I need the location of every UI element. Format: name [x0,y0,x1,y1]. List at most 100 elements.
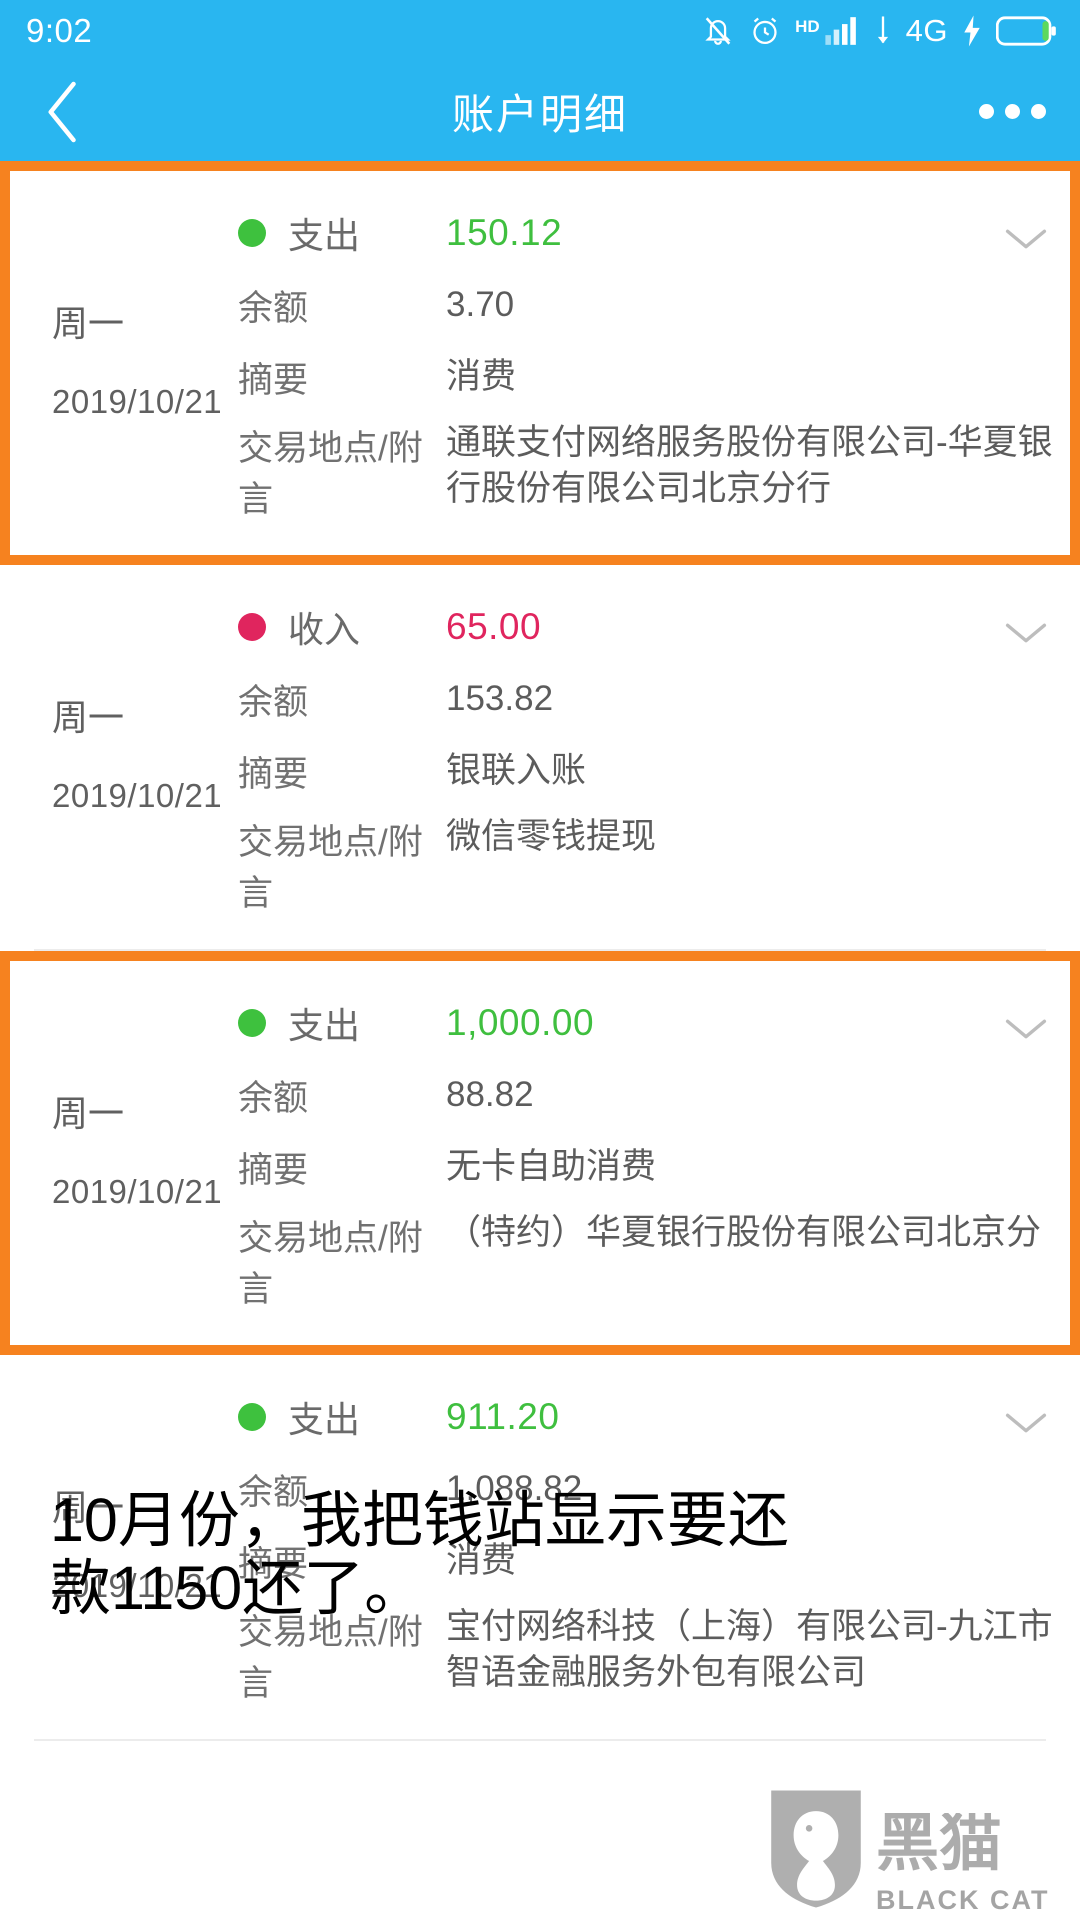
transaction-date-block: 周一 2019/10/21 [0,197,238,529]
transaction-amount: 65.00 [446,605,542,647]
summary-value: 消费 [446,1541,517,1581]
balance-label: 余额 [238,288,309,328]
summary-value: 消费 [446,357,517,397]
transaction-summary-row: 摘要 消费 [238,341,1056,413]
transaction-body: 收入 65.00 余额 153.82 摘要 银联入账 交易地点/附言 微信零钱提… [238,591,1080,923]
table-row[interactable]: 周一 2019/10/21 支出 150.12 余额 3.70 摘要 消费 交易… [0,161,1080,565]
summary-label: 摘要 [238,1150,309,1190]
list-divider [34,1739,1046,1741]
transaction-summary-row: 摘要 银联入账 [238,735,1056,807]
transaction-amount-cell: 911.20 [446,1388,1056,1446]
income-dot-icon [238,613,266,641]
transaction-amount: 911.20 [446,1395,560,1437]
more-dot [1031,104,1046,119]
expand-chevron-down-icon[interactable] [1000,1397,1052,1449]
watermark: 黑猫 BLACK CAT [764,1787,1064,1916]
transaction-balance-row: 余额 3.70 [238,269,1056,341]
transaction-body: 支出 150.12 余额 3.70 摘要 消费 交易地点/附言 通联支付网络服务… [238,197,1080,529]
transaction-location-row: 交易地点/附言 通联支付网络服务股份有限公司-华夏银行股份有限公司北京分行 [238,413,1056,529]
transaction-type-label: 支出 [288,1399,361,1440]
location-value: （特约）华夏银行股份有限公司北京分 [446,1213,1042,1252]
4g-icon: 4G [905,13,948,48]
expense-dot-icon [238,1403,266,1431]
transaction-balance-row: 余额 1,088.82 [238,1453,1056,1525]
transaction-head-row: 支出 1,000.00 [238,987,1056,1059]
transaction-body: 支出 1,000.00 余额 88.82 摘要 无卡自助消费 交易地点/附言 （… [238,987,1080,1319]
transaction-type-label: 收入 [288,609,361,650]
more-dot [1005,104,1020,119]
transaction-type-cell: 支出 [238,204,446,262]
expand-chevron-down-icon[interactable] [1000,213,1052,265]
transaction-date-block: 周一 2019/10/21 [0,591,238,923]
transaction-weekday: 周一 [52,1487,125,1529]
transaction-location-row: 交易地点/附言 宝付网络科技（上海）有限公司-九江市智语金融服务外包有限公司 [238,1597,1056,1713]
back-button[interactable] [40,81,100,142]
summary-value: 无卡自助消费 [446,1147,657,1187]
transaction-date: 2019/10/21 [52,1566,223,1604]
transaction-head-row: 支出 150.12 [238,197,1056,269]
transaction-head-row: 支出 911.20 [238,1381,1056,1453]
summary-label: 摘要 [238,754,309,794]
table-row[interactable]: 周一 2019/10/21 支出 1,000.00 余额 88.82 摘要 无卡… [0,951,1080,1355]
location-value: 微信零钱提现 [446,817,657,856]
more-options-button[interactable] [979,104,1046,119]
transaction-summary-row: 摘要 消费 [238,1525,1056,1597]
summary-value: 银联入账 [446,751,587,791]
balance-label: 余额 [238,1078,309,1118]
black-cat-logo-icon [764,1787,868,1916]
transaction-summary-row: 摘要 无卡自助消费 [238,1131,1056,1203]
transaction-list[interactable]: 周一 2019/10/21 支出 150.12 余额 3.70 摘要 消费 交易… [0,161,1080,1741]
expense-dot-icon [238,1009,266,1037]
signal-icon [824,15,860,47]
transaction-date-block: 周一 2019/10/21 [0,987,238,1319]
transaction-body: 支出 911.20 余额 1,088.82 摘要 消费 交易地点/附言 宝付网络… [238,1381,1080,1713]
transaction-balance-row: 余额 88.82 [238,1059,1056,1131]
svg-text:黑猫: 黑猫 [876,1813,1002,1879]
transaction-amount: 1,000.00 [446,1001,595,1043]
watermark-cn: 黑猫 [876,1809,1044,1883]
transaction-head-row: 收入 65.00 [238,591,1056,663]
transaction-type-cell: 支出 [238,994,446,1052]
transaction-weekday: 周一 [52,697,125,739]
location-label: 交易地点/附言 [238,823,423,913]
transaction-amount-cell: 150.12 [446,204,1056,262]
status-bar: 9:02 HD 4G [0,0,1080,62]
transaction-amount: 150.12 [446,211,563,253]
page-title: 账户明细 [451,91,628,138]
location-value: 通联支付网络服务股份有限公司-华夏银行股份有限公司北京分行 [446,423,1053,508]
mute-icon [701,13,735,49]
transaction-date: 2019/10/21 [52,776,223,814]
balance-value: 1,088.82 [446,1469,583,1509]
balance-label: 余额 [238,682,309,722]
transaction-type-label: 支出 [288,1005,361,1046]
transaction-type-label: 支出 [288,215,361,256]
alarm-icon [748,13,782,49]
location-value: 宝付网络科技（上海）有限公司-九江市智语金融服务外包有限公司 [446,1607,1053,1692]
transaction-date: 2019/10/21 [52,1172,223,1210]
expand-chevron-down-icon[interactable] [1000,607,1052,659]
transaction-location-row: 交易地点/附言 微信零钱提现 [238,807,1056,923]
balance-value: 88.82 [446,1075,534,1115]
watermark-text: 黑猫 BLACK CAT [876,1809,1049,1916]
charging-icon [961,14,983,48]
transaction-type-cell: 支出 [238,1388,446,1446]
hd-icon: HD [795,17,820,36]
expense-dot-icon [238,219,266,247]
location-label: 交易地点/附言 [238,429,423,519]
summary-label: 摘要 [238,360,309,400]
transaction-date: 2019/10/21 [52,382,223,420]
location-label: 交易地点/附言 [238,1613,423,1703]
location-label: 交易地点/附言 [238,1219,423,1309]
nav-bar: 账户明细 [0,62,1080,161]
transaction-balance-row: 余额 153.82 [238,663,1056,735]
table-row[interactable]: 周一 2019/10/21 支出 911.20 余额 1,088.82 摘要 消… [0,1355,1080,1739]
table-row[interactable]: 周一 2019/10/21 收入 65.00 余额 153.82 摘要 银联入账… [0,565,1080,949]
download-icon [873,15,893,47]
transaction-type-cell: 收入 [238,598,446,656]
balance-value: 3.70 [446,285,515,325]
transaction-date-block: 周一 2019/10/21 [0,1381,238,1713]
status-time: 9:02 [26,12,93,49]
transaction-location-row: 交易地点/附言 （特约）华夏银行股份有限公司北京分 [238,1203,1056,1319]
more-dot [979,104,994,119]
expand-chevron-down-icon[interactable] [1000,1003,1052,1055]
